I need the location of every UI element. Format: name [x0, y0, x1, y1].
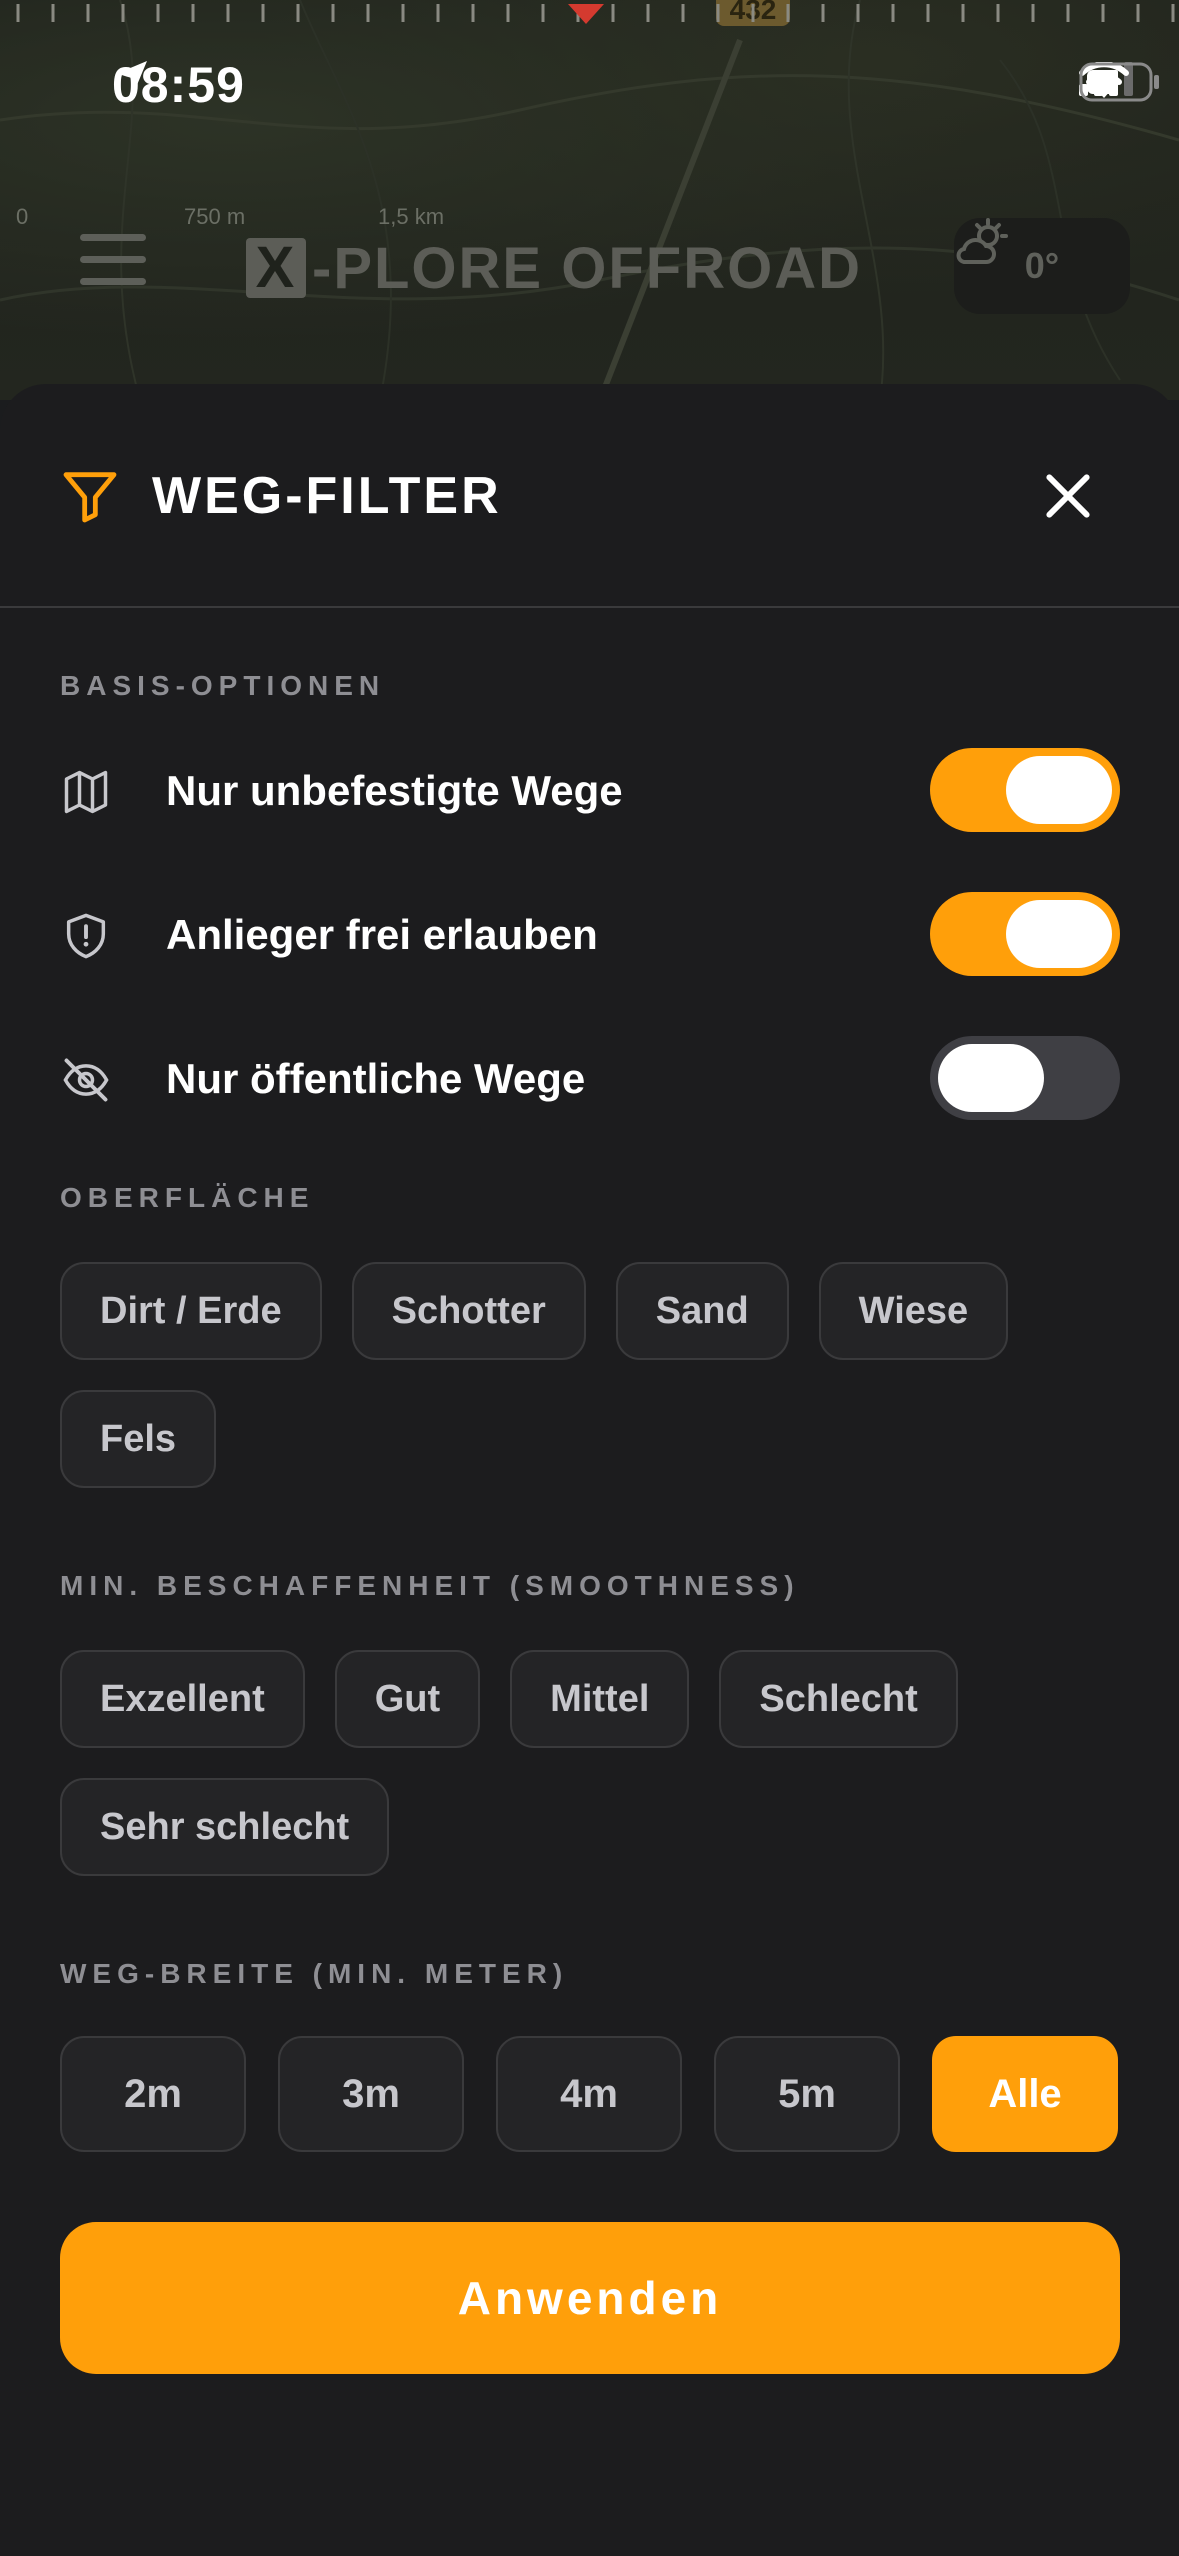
- unpaved-only-toggle[interactable]: [930, 748, 1120, 832]
- smoothness-chips: Exzellent Gut Mittel Schlecht Sehr schle…: [60, 1650, 1130, 1876]
- smoothness-chip-bad[interactable]: Schlecht: [719, 1650, 958, 1748]
- width-chip-5m[interactable]: 5m: [714, 2036, 900, 2152]
- scale-label-1: 750 m: [184, 204, 246, 229]
- map-icon: [64, 770, 108, 814]
- battery-icon: [1079, 62, 1159, 102]
- option-unpaved-only: Nur unbefestigte Wege: [60, 748, 1120, 832]
- map-background[interactable]: 432 08:59 0 750 m 1,5 km X -PLORE OFFROAD: [0, 0, 1179, 400]
- temperature: 0°: [1024, 245, 1060, 286]
- allow-residents-toggle[interactable]: [930, 892, 1120, 976]
- option-public-only: Nur öffentliche Wege: [60, 1036, 1120, 1120]
- map-ruler: [16, 4, 1175, 24]
- close-icon[interactable]: [1036, 464, 1100, 528]
- option-label: Nur unbefestigte Wege: [166, 767, 623, 814]
- partly-cloudy-icon: [956, 218, 1008, 264]
- shield-alert-icon: [66, 913, 106, 959]
- public-only-toggle[interactable]: [930, 1036, 1120, 1120]
- scale-label-0: 0: [16, 204, 29, 229]
- surface-chips: Dirt / Erde Schotter Sand Wiese Fels: [60, 1262, 1130, 1488]
- sheet-title: WEG-FILTER: [152, 467, 502, 525]
- width-chip-2m[interactable]: 2m: [60, 2036, 246, 2152]
- smoothness-section-label: MIN. BESCHAFFENHEIT (SMOOTHNESS): [60, 1570, 800, 1601]
- smoothness-chip-medium[interactable]: Mittel: [510, 1650, 690, 1748]
- filter-sheet: WEG-FILTER BASIS-OPTIONEN Nur unbefestig…: [0, 384, 1179, 2556]
- eye-off-icon: [63, 1058, 109, 1102]
- apply-button[interactable]: Anwenden: [60, 2222, 1120, 2374]
- hamburger-menu-icon[interactable]: [80, 234, 146, 294]
- smoothness-chip-excellent[interactable]: Exzellent: [60, 1650, 305, 1748]
- basis-section-label: BASIS-OPTIONEN: [60, 670, 386, 701]
- option-label: Anlieger frei erlauben: [166, 911, 598, 958]
- status-time: 08:59: [112, 56, 245, 114]
- weather-widget[interactable]: 0°: [954, 218, 1130, 314]
- sheet-header: WEG-FILTER: [0, 384, 1179, 608]
- surface-chip-rock[interactable]: Fels: [60, 1390, 217, 1488]
- smoothness-chip-very-bad[interactable]: Sehr schlecht: [60, 1778, 390, 1876]
- surface-chip-meadow[interactable]: Wiese: [818, 1262, 1009, 1360]
- smoothness-chip-good[interactable]: Gut: [334, 1650, 481, 1748]
- surface-chip-gravel[interactable]: Schotter: [351, 1262, 586, 1360]
- width-chips: 2m 3m 4m 5m Alle: [60, 2036, 1120, 2152]
- width-chip-4m[interactable]: 4m: [496, 2036, 682, 2152]
- surface-chip-sand[interactable]: Sand: [615, 1262, 789, 1360]
- surface-section-label: OBERFLÄCHE: [60, 1182, 315, 1213]
- surface-chip-dirt[interactable]: Dirt / Erde: [60, 1262, 322, 1360]
- app-logo: X -PLORE OFFROAD: [246, 236, 862, 301]
- scale-label-2: 1,5 km: [378, 204, 445, 229]
- option-label: Nur öffentliche Wege: [166, 1055, 586, 1102]
- heading-marker: [568, 4, 604, 24]
- location-arrow-icon: [117, 61, 147, 91]
- width-section-label: WEG-BREITE (MIN. METER): [60, 1958, 569, 1989]
- filter-icon: [63, 472, 117, 523]
- option-allow-residents: Anlieger frei erlauben: [60, 892, 1120, 976]
- width-chip-all[interactable]: Alle: [932, 2036, 1118, 2152]
- width-chip-3m[interactable]: 3m: [278, 2036, 464, 2152]
